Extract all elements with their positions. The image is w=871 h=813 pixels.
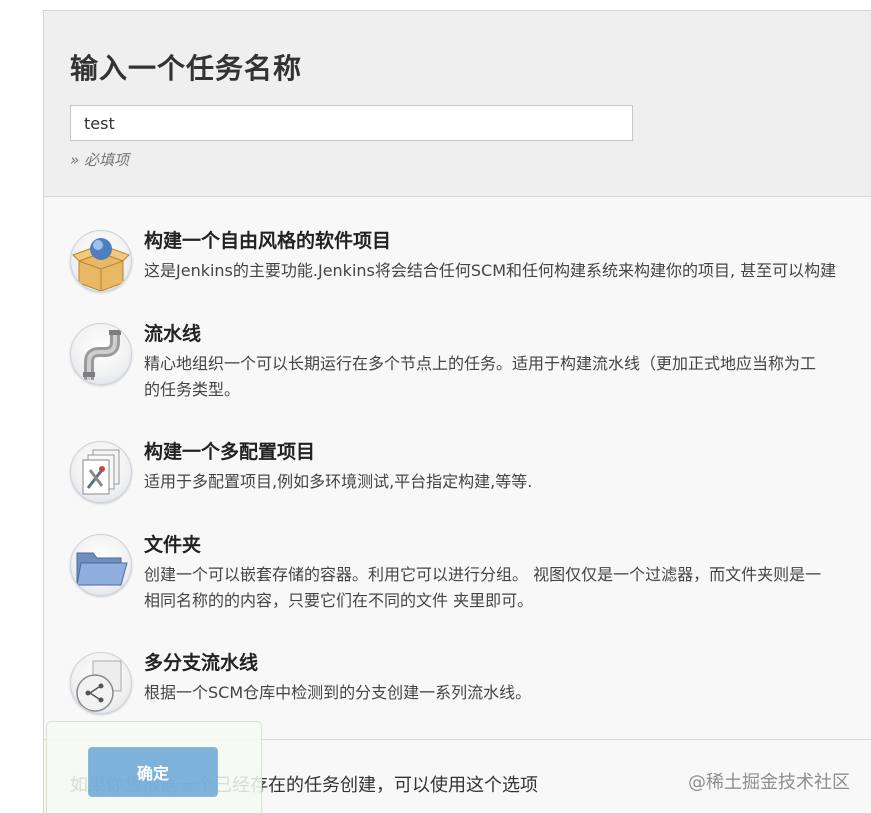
item-title: 构建一个多配置项目 bbox=[144, 441, 316, 463]
folder-icon bbox=[70, 534, 132, 596]
item-description: 根据一个SCM仓库中检测到的分支创建一系列流水线。 bbox=[144, 683, 532, 702]
item-title: 构建一个自由风格的软件项目 bbox=[144, 230, 392, 252]
new-item-page: 输入一个任务名称 » 必填项 构建一个自由风格的软件项目 这是Jenkins的主… bbox=[0, 0, 871, 813]
page-title: 输入一个任务名称 bbox=[70, 52, 303, 85]
item-type-pipeline[interactable]: 流水线 精心地组织一个可以长期运行在多个节点上的任务。适用于构建流水线（更加正式… bbox=[44, 317, 871, 407]
item-description: 精心地组织一个可以长期运行在多个节点上的任务。适用于构建流水线（更加正式地应当称… bbox=[144, 354, 817, 399]
item-type-multi-config[interactable]: 构建一个多配置项目 适用于多配置项目,例如多环境测试,平台指定构建,等等. bbox=[44, 435, 871, 525]
watermark: @稀土掘金技术社区 bbox=[688, 772, 850, 793]
item-name-section: 输入一个任务名称 » 必填项 bbox=[44, 11, 871, 197]
item-description: 创建一个可以嵌套存储的容器。利用它可以进行分组。 视图仅仅是一个过滤器，而文件夹… bbox=[144, 565, 822, 610]
item-type-folder[interactable]: 文件夹 创建一个可以嵌套存储的容器。利用它可以进行分组。 视图仅仅是一个过滤器，… bbox=[44, 528, 871, 618]
new-item-panel: 输入一个任务名称 » 必填项 构建一个自由风格的软件项目 这是Jenkins的主… bbox=[43, 10, 871, 813]
required-note: » 必填项 bbox=[70, 151, 130, 169]
item-description: 这是Jenkins的主要功能.Jenkins将会结合任何SCM和任何构建系统来构… bbox=[144, 261, 837, 280]
item-description: 适用于多配置项目,例如多环境测试,平台指定构建,等等. bbox=[144, 472, 533, 491]
item-type-freestyle[interactable]: 构建一个自由风格的软件项目 这是Jenkins的主要功能.Jenkins将会结合… bbox=[44, 224, 871, 314]
freestyle-box-icon bbox=[70, 230, 132, 292]
multibranch-icon bbox=[70, 652, 132, 714]
item-title: 多分支流水线 bbox=[144, 652, 259, 674]
item-title: 流水线 bbox=[144, 323, 202, 345]
item-name-input[interactable] bbox=[70, 105, 633, 141]
pipeline-icon bbox=[70, 323, 132, 385]
multi-config-icon bbox=[70, 441, 132, 503]
item-title: 文件夹 bbox=[144, 534, 202, 556]
ok-button[interactable]: 确定 bbox=[88, 747, 218, 797]
